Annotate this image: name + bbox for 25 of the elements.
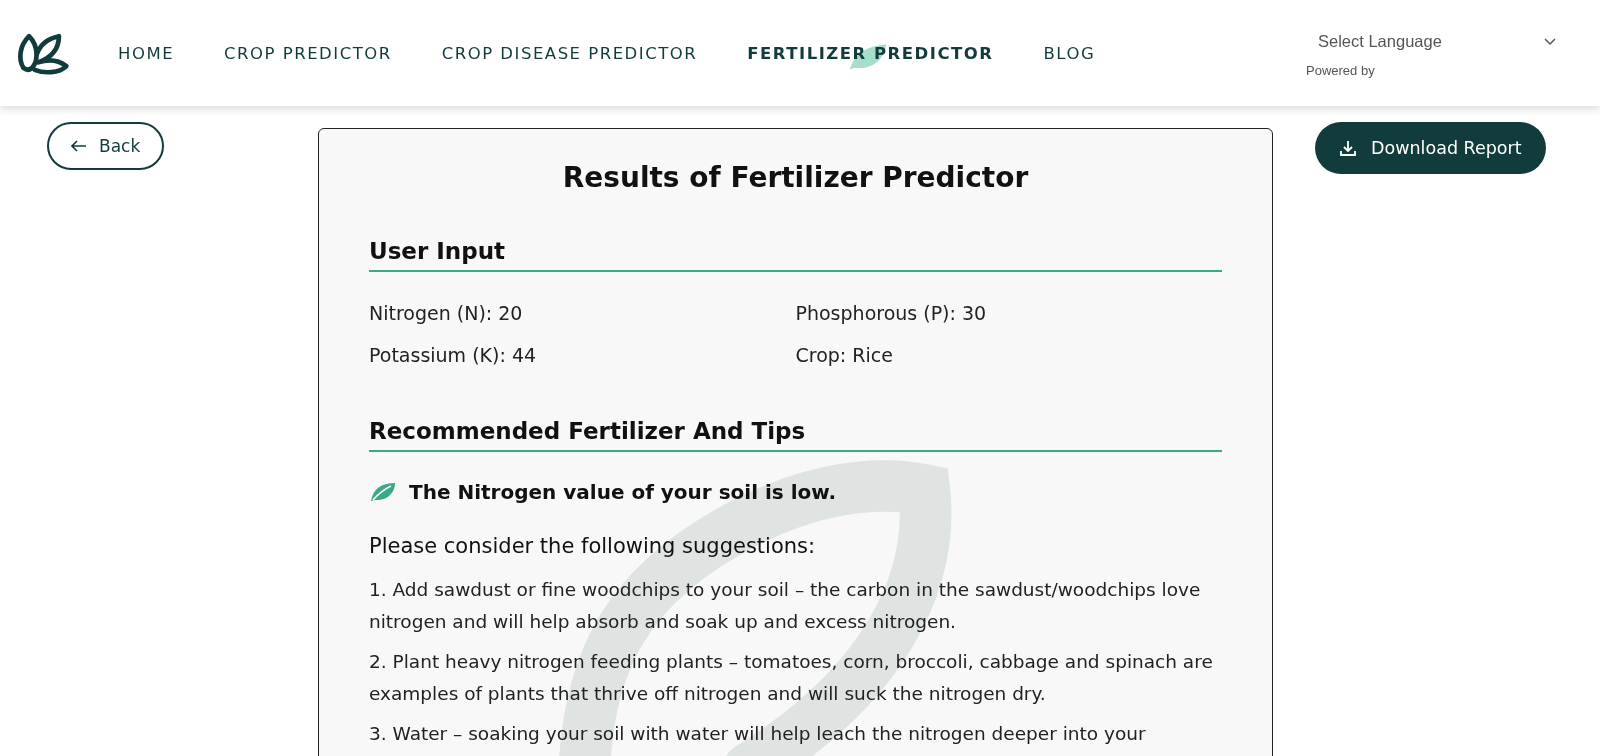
section-heading: Recommended Fertilizer And Tips <box>369 418 1222 452</box>
suggestion-text: 2. Plant heavy nitrogen feeding plants – tomatoes, corn, broccoli, cabbage and spinach are examples of plants that thrive off nitrogen and will suck the nitrogen dry. <box>369 650 1214 706</box>
input-value: Nitrogen (N): 20 <box>369 302 524 324</box>
nav-link[interactable]: HOME <box>118 35 175 71</box>
nav-link[interactable]: CROP PREDICTOR <box>224 35 392 71</box>
suggestions-heading: Please consider the following suggestions: <box>369 534 817 558</box>
chevron-down-icon <box>1544 37 1556 46</box>
leaf-icon <box>369 481 397 503</box>
nav-link[interactable]: BLOG <box>1043 35 1096 71</box>
back-button[interactable]: Back <box>47 122 165 170</box>
nav-link[interactable]: FERTILIZER PREDICTOR <box>747 35 994 71</box>
download-icon <box>1339 139 1357 157</box>
powered-by-text: Powered by <box>1306 63 1376 78</box>
finding-text: The Nitrogen value of your soil is low. <box>409 480 837 504</box>
input-value: Phosphorous (P): 30 <box>795 302 988 324</box>
language-select[interactable]: Select Language <box>1306 32 1556 51</box>
arrow-left-icon <box>71 140 87 152</box>
nav-link[interactable]: CROP DISEASE PREDICTOR <box>441 35 698 71</box>
input-value: Potassium (K): 44 <box>369 344 538 366</box>
suggestion-text: 1. Add sawdust or fine woodchips to your soil – the carbon in the sawdust/woodchips love nitrogen and will help absorb and soak up and excess nitrogen. <box>369 578 1202 634</box>
suggestion-text: 3. Water – soaking your soil with water will help leach the nitrogen deeper into your <box>369 722 1147 746</box>
download-report-button[interactable]: Download Report <box>1315 122 1546 174</box>
section-heading: User Input <box>369 238 1222 272</box>
result-title: Results of Fertilizer Predictor <box>561 161 1030 194</box>
input-value: Crop: Rice <box>795 344 894 366</box>
